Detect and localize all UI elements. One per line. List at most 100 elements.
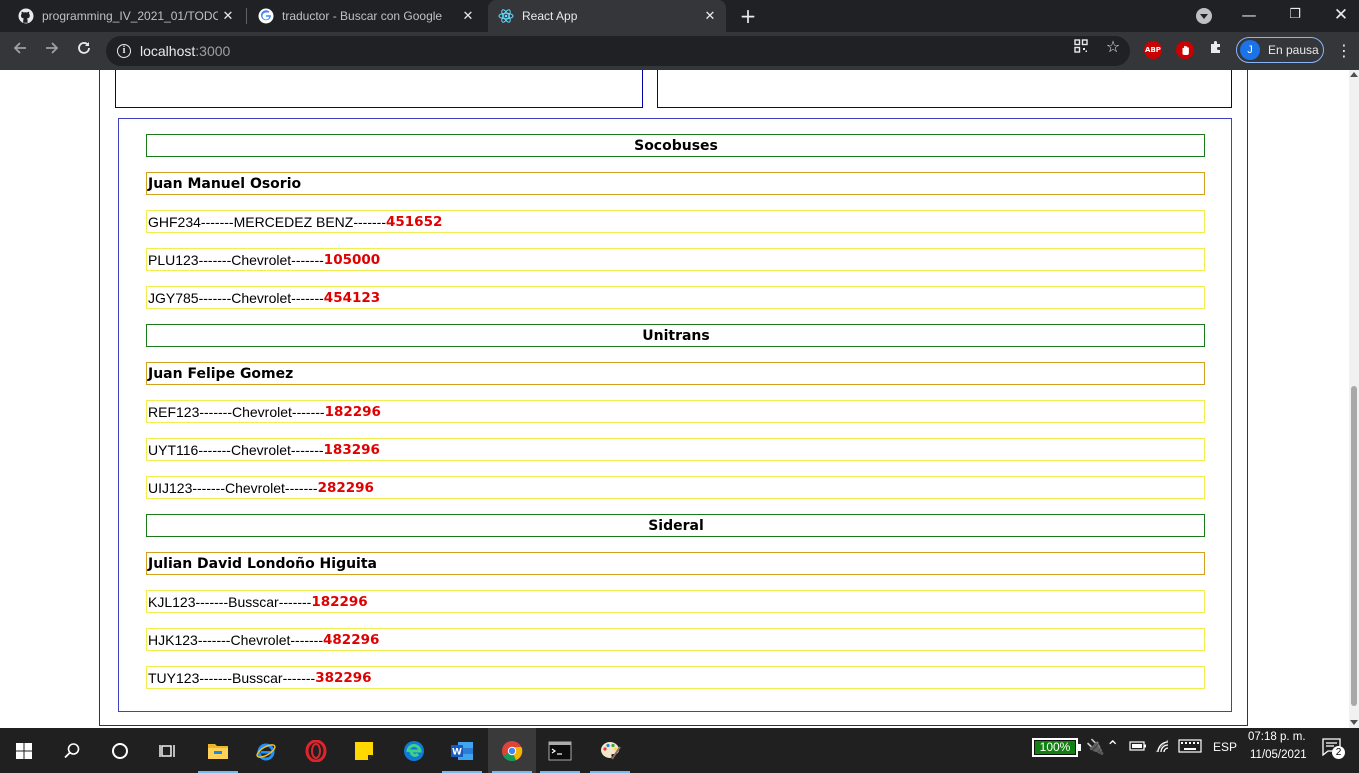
driver-row: Juan Felipe Gomez (146, 362, 1205, 385)
terminal-icon (548, 741, 572, 760)
page-viewport: Socobuses Juan Manuel Osorio GHF234 -----… (0, 70, 1349, 728)
clock-time[interactable]: 07:18 p. m. (1248, 731, 1306, 743)
vehicle-brand: Chevrolet (225, 479, 285, 496)
tab-google[interactable]: traductor - Buscar con Google ✕ (248, 0, 484, 32)
forward-button[interactable] (40, 39, 64, 63)
company-name: Sideral (648, 517, 704, 534)
vehicle-brand: MERCEDEZ BENZ (233, 213, 354, 230)
driver-name: Julian David Londoño Higuita (148, 555, 377, 572)
qr-code-icon[interactable] (1073, 39, 1089, 55)
taskbar-terminal[interactable] (536, 728, 584, 773)
github-icon (18, 8, 34, 24)
company-header: Sideral (146, 514, 1205, 537)
taskbar-edge[interactable] (390, 728, 438, 773)
close-window-button[interactable]: ✕ (1318, 0, 1359, 32)
battery-indicator[interactable]: 100% (1032, 738, 1081, 757)
url-host: localhost (140, 43, 196, 59)
vehicle-brand: Chevrolet (232, 403, 292, 420)
separator: ------- (353, 213, 386, 230)
back-button[interactable] (8, 39, 32, 63)
tab-search-icon[interactable] (1196, 8, 1212, 24)
vehicle-price: 451652 (386, 213, 443, 230)
vehicle-price: 482296 (323, 631, 380, 648)
close-tab-icon[interactable]: ✕ (458, 8, 478, 24)
task-view-button[interactable] (144, 728, 192, 773)
arrow-left-icon (13, 42, 26, 54)
separator: ------- (291, 251, 324, 268)
vehicle-row: REF123 ------- Chevrolet ------- 182296 (146, 400, 1205, 423)
tab-react-app[interactable]: React App ✕ (488, 0, 726, 32)
tab-github[interactable]: programming_IV_2021_01/TODO ✕ (8, 0, 244, 32)
arrow-right-icon (46, 42, 59, 54)
scroll-down-arrow-icon[interactable] (1350, 720, 1358, 725)
vehicle-row: JGY785 ------- Chevrolet ------- 454123 (146, 286, 1205, 309)
taskbar-word[interactable]: W (438, 728, 486, 773)
reload-button[interactable] (72, 39, 96, 63)
driver-row: Julian David Londoño Higuita (146, 552, 1205, 575)
vehicle-plate: UIJ123 (148, 479, 193, 496)
chevron-up-icon[interactable]: ⌃ (1106, 737, 1119, 757)
cortana-button[interactable] (96, 728, 144, 773)
restore-button[interactable]: ❐ (1272, 0, 1318, 32)
separator: ------- (290, 631, 324, 648)
battery-tray-icon[interactable] (1129, 740, 1147, 752)
scrollbar-thumb[interactable] (1351, 386, 1357, 706)
start-button[interactable] (0, 728, 48, 773)
separator: ------- (192, 479, 225, 496)
clock-date[interactable]: 11/05/2021 (1250, 749, 1307, 761)
vehicle-price: 282296 (317, 479, 374, 496)
vehicle-plate: TUY123 (148, 669, 200, 686)
company-name: Socobuses (634, 137, 718, 154)
vehicle-brand: Busscar (232, 669, 283, 686)
power-plug-icon[interactable]: 🔌 (1086, 738, 1105, 756)
adblock-plus-icon[interactable]: ABP (1144, 41, 1162, 59)
language-indicator[interactable]: ESP (1213, 740, 1237, 754)
address-bar[interactable]: i localhost:3000 (106, 36, 1130, 66)
separator: ------- (199, 669, 232, 686)
separator: ------- (195, 593, 229, 610)
separator: ------- (278, 593, 312, 610)
taskbar-sticky-notes[interactable] (340, 728, 388, 773)
taskbar-paint[interactable] (586, 728, 634, 773)
taskbar-chrome[interactable] (488, 728, 536, 773)
minimize-button[interactable]: — (1226, 0, 1272, 32)
taskbar-opera[interactable] (292, 728, 340, 773)
vehicle-row: KJL123 ------- Busscar ------- 182296 (146, 590, 1205, 613)
adblock-hand-icon[interactable] (1176, 41, 1194, 59)
notifications-icon[interactable]: 2 (1322, 738, 1346, 760)
wifi-icon[interactable] (1154, 738, 1172, 754)
opera-icon (305, 739, 327, 762)
vehicle-price: 454123 (323, 289, 381, 306)
word-icon: W (451, 741, 473, 760)
separator: ------- (198, 289, 232, 306)
extensions-puzzle-icon[interactable] (1208, 39, 1224, 55)
keyboard-icon[interactable] (1178, 739, 1202, 753)
scroll-up-arrow-icon[interactable] (1350, 72, 1358, 77)
company-name: Unitrans (642, 327, 710, 344)
taskbar-file-explorer[interactable] (194, 728, 242, 773)
battery-percent: 100% (1039, 740, 1071, 754)
taskbar-internet-explorer[interactable] (242, 728, 290, 773)
vehicle-row: UYT116 ------- Chevrolet ------- 183296 (146, 438, 1205, 461)
notification-count: 2 (1332, 746, 1345, 759)
separator: ------- (290, 441, 324, 458)
google-icon (258, 8, 274, 24)
search-icon (64, 742, 80, 758)
close-tab-icon[interactable]: ✕ (218, 8, 238, 24)
browser-toolbar: i localhost:3000 ☆ ABP J En pausa ⋮ (0, 32, 1359, 70)
menu-kebab-icon[interactable]: ⋮ (1336, 41, 1352, 61)
page-scrollbar[interactable] (1349, 70, 1359, 728)
close-tab-icon[interactable]: ✕ (700, 8, 720, 24)
tab-title: programming_IV_2021_01/TODO (42, 9, 218, 23)
profile-status: En pausa (1268, 43, 1319, 57)
new-tab-button[interactable]: + (736, 4, 760, 28)
vehicle-row: HJK123 ------- Chevrolet ------- 482296 (146, 628, 1205, 651)
search-button[interactable] (48, 728, 96, 773)
svg-text:W: W (452, 747, 462, 757)
info-icon[interactable]: i (117, 44, 131, 58)
vehicle-brand: Chevrolet (230, 631, 291, 648)
bookmark-star-icon[interactable]: ☆ (1105, 39, 1121, 55)
profile-button[interactable]: J En pausa (1236, 37, 1324, 63)
vehicle-plate: PLU123 (148, 251, 199, 268)
vehicle-brand: Busscar (228, 593, 279, 610)
